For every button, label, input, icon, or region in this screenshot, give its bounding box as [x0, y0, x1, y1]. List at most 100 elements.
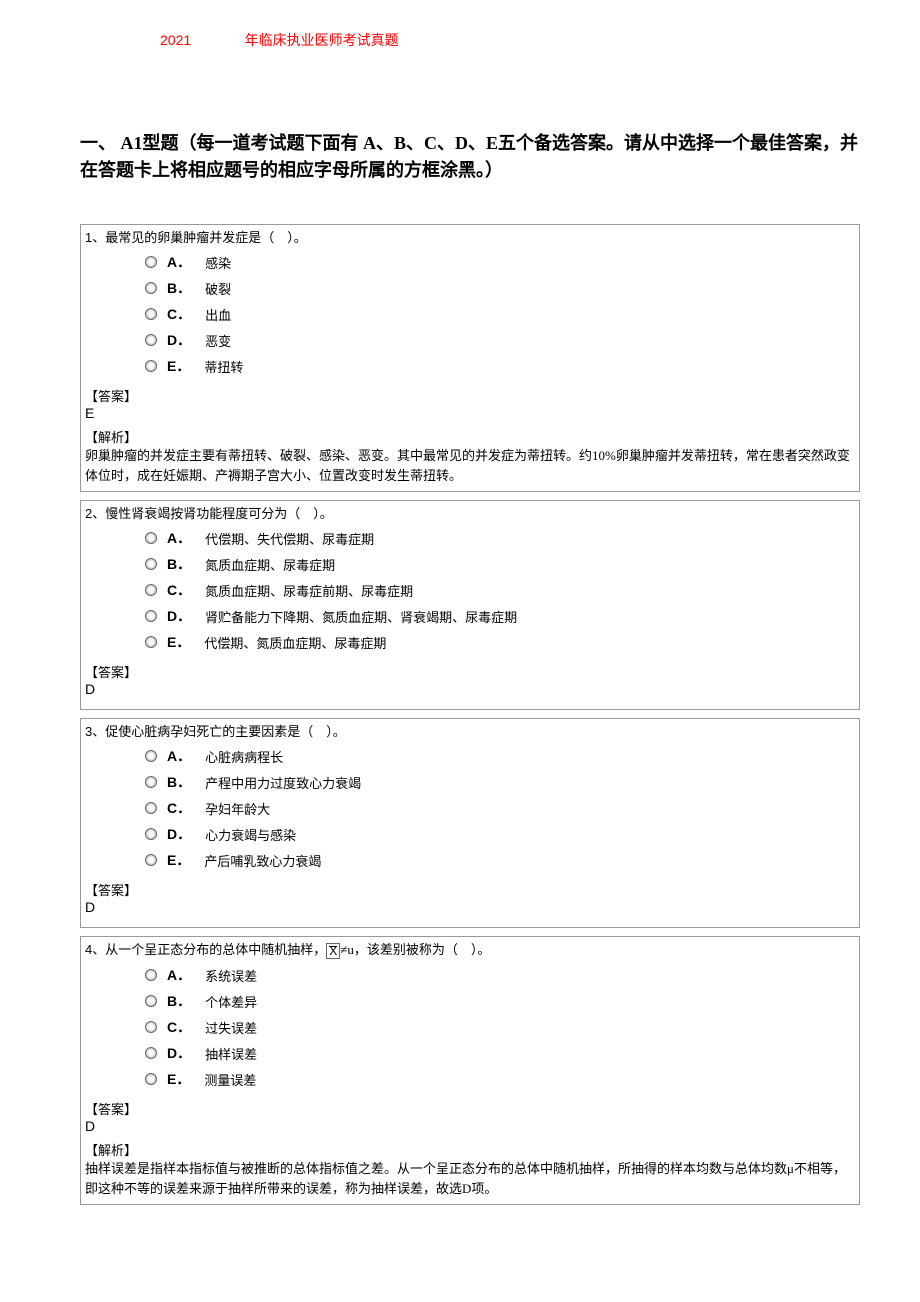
- option-row[interactable]: D． 心力衰竭与感染: [145, 824, 855, 844]
- option-row[interactable]: A． 心脏病病程长: [145, 746, 855, 766]
- answer-label: 【答案】: [85, 1099, 855, 1118]
- option-label: E．: [167, 850, 190, 870]
- option-row[interactable]: B． 个体差异: [145, 991, 855, 1011]
- option-label: E．: [167, 1069, 190, 1089]
- xbar-symbol: X: [326, 943, 340, 959]
- answer-value: D: [85, 1118, 855, 1134]
- radio-icon[interactable]: [145, 1021, 157, 1033]
- blank-space: [313, 724, 326, 739]
- radio-icon[interactable]: [145, 854, 157, 866]
- options-group: A． 心脏病病程长 B． 产程中用力过度致心力衰竭 C． 孕妇年龄大 D． 心力衰竭与感染 E．…: [85, 746, 855, 870]
- option-text: 系统误差: [205, 966, 257, 985]
- radio-icon[interactable]: [145, 360, 157, 372]
- option-row[interactable]: E． 代偿期、氮质血症期、尿毒症期: [145, 632, 855, 652]
- option-label: B．: [167, 554, 191, 574]
- option-text: 破裂: [205, 279, 231, 298]
- radio-icon[interactable]: [145, 802, 157, 814]
- option-label: C．: [167, 1017, 191, 1037]
- question-stem-mid: ≠u，该差别被称为（: [340, 942, 458, 957]
- option-label: C．: [167, 580, 191, 600]
- option-label: C．: [167, 304, 191, 324]
- option-label: D．: [167, 824, 191, 844]
- option-label: B．: [167, 278, 191, 298]
- option-row[interactable]: C． 过失误差: [145, 1017, 855, 1037]
- question-block: 4、从一个呈正态分布的总体中随机抽样，X≠u，该差别被称为（ ）。A．系统误差B…: [80, 936, 860, 1205]
- analysis-text: 抽样误差是指样本指标值与被推断的总体指标值之差。从一个呈正态分布的总体中随机抽样…: [85, 1159, 855, 1198]
- option-row[interactable]: C． 孕妇年龄大: [145, 798, 855, 818]
- radio-icon[interactable]: [145, 1047, 157, 1059]
- option-text: 过失误差: [205, 1018, 257, 1037]
- section-title: 一、 A1型题（每一道考试题下面有 A、B、C、D、E五个备选答案。请从中选择一…: [80, 130, 860, 184]
- radio-icon[interactable]: [145, 308, 157, 320]
- option-label: C．: [167, 798, 191, 818]
- option-row[interactable]: E．测量误差: [145, 1069, 855, 1089]
- option-label: B．: [167, 772, 191, 792]
- option-text: 肾贮备能力下降期、氮质血症期、肾衰竭期、尿毒症期: [205, 607, 517, 626]
- radio-icon[interactable]: [145, 750, 157, 762]
- option-text: 抽样误差: [205, 1044, 257, 1063]
- radio-icon[interactable]: [145, 256, 157, 268]
- question-stem: 1、最常见的卵巢肿瘤并发症是（ ）。: [85, 227, 855, 246]
- option-label: A．: [167, 252, 191, 272]
- option-text: 氮质血症期、尿毒症前期、尿毒症期: [205, 581, 413, 600]
- blank-space: [458, 942, 471, 957]
- radio-icon[interactable]: [145, 636, 157, 648]
- option-row[interactable]: C． 氮质血症期、尿毒症前期、尿毒症期: [145, 580, 855, 600]
- option-row[interactable]: B． 破裂: [145, 278, 855, 298]
- question-stem: 3、促使心脏病孕妇死亡的主要因素是（ ）。: [85, 721, 855, 740]
- option-text: 蒂扭转: [204, 357, 243, 376]
- radio-icon[interactable]: [145, 558, 157, 570]
- radio-icon[interactable]: [145, 828, 157, 840]
- header-title: 年临床执业医师考试真题: [245, 30, 399, 50]
- options-group: A． 感染 B． 破裂 C．出血 D． 恶变 E． 蒂扭转: [85, 252, 855, 376]
- radio-icon[interactable]: [145, 532, 157, 544]
- option-row[interactable]: D． 恶变: [145, 330, 855, 350]
- radio-icon[interactable]: [145, 584, 157, 596]
- header-year: 2021: [160, 32, 191, 48]
- option-text: 氮质血症期、尿毒症期: [205, 555, 335, 574]
- option-row[interactable]: A．代偿期、失代偿期、尿毒症期: [145, 528, 855, 548]
- radio-icon[interactable]: [145, 610, 157, 622]
- option-row[interactable]: E．产后哺乳致心力衰竭: [145, 850, 855, 870]
- option-row[interactable]: B． 氮质血症期、尿毒症期: [145, 554, 855, 574]
- option-text: 心脏病病程长: [205, 747, 283, 766]
- radio-icon[interactable]: [145, 995, 157, 1007]
- option-text: 孕妇年龄大: [205, 799, 270, 818]
- option-text: 恶变: [205, 331, 231, 350]
- question-stem-prefix: 、慢性肾衰竭按肾功能程度可分为（: [92, 506, 300, 521]
- option-label: A．: [167, 965, 191, 985]
- blank-space: [300, 506, 313, 521]
- option-text: 产程中用力过度致心力衰竭: [205, 773, 361, 792]
- option-row[interactable]: D． 肾贮备能力下降期、氮质血症期、肾衰竭期、尿毒症期: [145, 606, 855, 626]
- option-row[interactable]: A． 系统误差: [145, 965, 855, 985]
- option-text: 代偿期、氮质血症期、尿毒症期: [204, 633, 386, 652]
- option-row[interactable]: E． 蒂扭转: [145, 356, 855, 376]
- answer-value: D: [85, 899, 855, 915]
- options-group: A．代偿期、失代偿期、尿毒症期 B． 氮质血症期、尿毒症期 C． 氮质血症期、尿毒症前期…: [85, 528, 855, 652]
- question-block: 3、促使心脏病孕妇死亡的主要因素是（ ）。 A． 心脏病病程长 B． 产程中用力过度致心…: [80, 718, 860, 928]
- answer-label: 【答案】: [85, 662, 855, 681]
- radio-icon[interactable]: [145, 969, 157, 981]
- page-header: 2021 年临床执业医师考试真题: [80, 30, 860, 50]
- radio-icon[interactable]: [145, 282, 157, 294]
- answer-label: 【答案】: [85, 880, 855, 899]
- analysis-label: 【解析】: [85, 1140, 855, 1159]
- option-label: E．: [167, 356, 190, 376]
- radio-icon[interactable]: [145, 1073, 157, 1085]
- question-stem-suffix: ）。: [326, 724, 346, 739]
- option-label: D．: [167, 330, 191, 350]
- option-text: 心力衰竭与感染: [205, 825, 296, 844]
- option-label: B．: [167, 991, 191, 1011]
- radio-icon[interactable]: [145, 776, 157, 788]
- option-row[interactable]: D．抽样误差: [145, 1043, 855, 1063]
- option-text: 感染: [205, 253, 231, 272]
- analysis-label: 【解析】: [85, 427, 855, 446]
- option-label: E．: [167, 632, 190, 652]
- option-row[interactable]: B． 产程中用力过度致心力衰竭: [145, 772, 855, 792]
- radio-icon[interactable]: [145, 334, 157, 346]
- option-label: A．: [167, 746, 191, 766]
- option-row[interactable]: A． 感染: [145, 252, 855, 272]
- option-label: D．: [167, 606, 191, 626]
- option-row[interactable]: C．出血: [145, 304, 855, 324]
- option-text: 个体差异: [205, 992, 257, 1011]
